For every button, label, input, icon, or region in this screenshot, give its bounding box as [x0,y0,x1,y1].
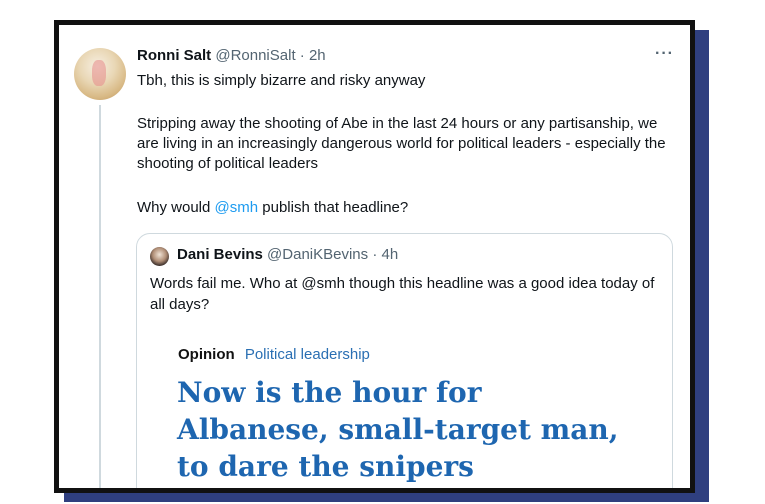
quoted-author-name: Dani Bevins [177,246,263,263]
article-category: Political leadership [244,346,370,363]
tweet-text-question: Why would @smh publish that headline? [137,198,677,218]
quoted-tweet-text: Words fail me. Who at @smh though this h… [150,275,655,313]
quoted-tweet-time: · 4h [372,246,399,263]
quoted-tweet-header: Dani Bevins @DaniKBevins · 4h [177,246,398,263]
author-avatar[interactable] [74,48,126,100]
more-options-icon[interactable]: ··· [655,45,674,63]
question-prefix: Why would [137,199,215,216]
tweet-text-paragraph: Stripping away the shooting of Abe in th… [137,115,666,172]
quoted-author-avatar [150,247,169,266]
mention-link[interactable]: @smh [215,199,259,216]
tweet-header: Ronni Salt @RonniSalt · 2h [137,47,326,64]
author-name[interactable]: Ronni Salt [137,47,211,64]
quoted-author-handle: @DaniKBevins [267,246,369,263]
thread-line [99,105,101,488]
question-suffix: publish that headline? [258,199,409,216]
tweet-text-line1: Tbh, this is simply bizarre and risky an… [137,72,426,89]
tweet-card[interactable]: Ronni Salt @RonniSalt · 2h ··· Tbh, this… [54,20,695,493]
tweet-time[interactable]: · 2h [300,47,326,64]
article-label: Opinion [178,346,235,363]
quoted-tweet[interactable]: Dani Bevins @DaniKBevins · 4h Words fail… [136,233,673,488]
author-handle[interactable]: @RonniSalt [215,47,295,64]
article-headline: Now is the hour for Albanese, small-targ… [177,376,619,483]
article-section: Opinion Political leadership [178,346,370,363]
